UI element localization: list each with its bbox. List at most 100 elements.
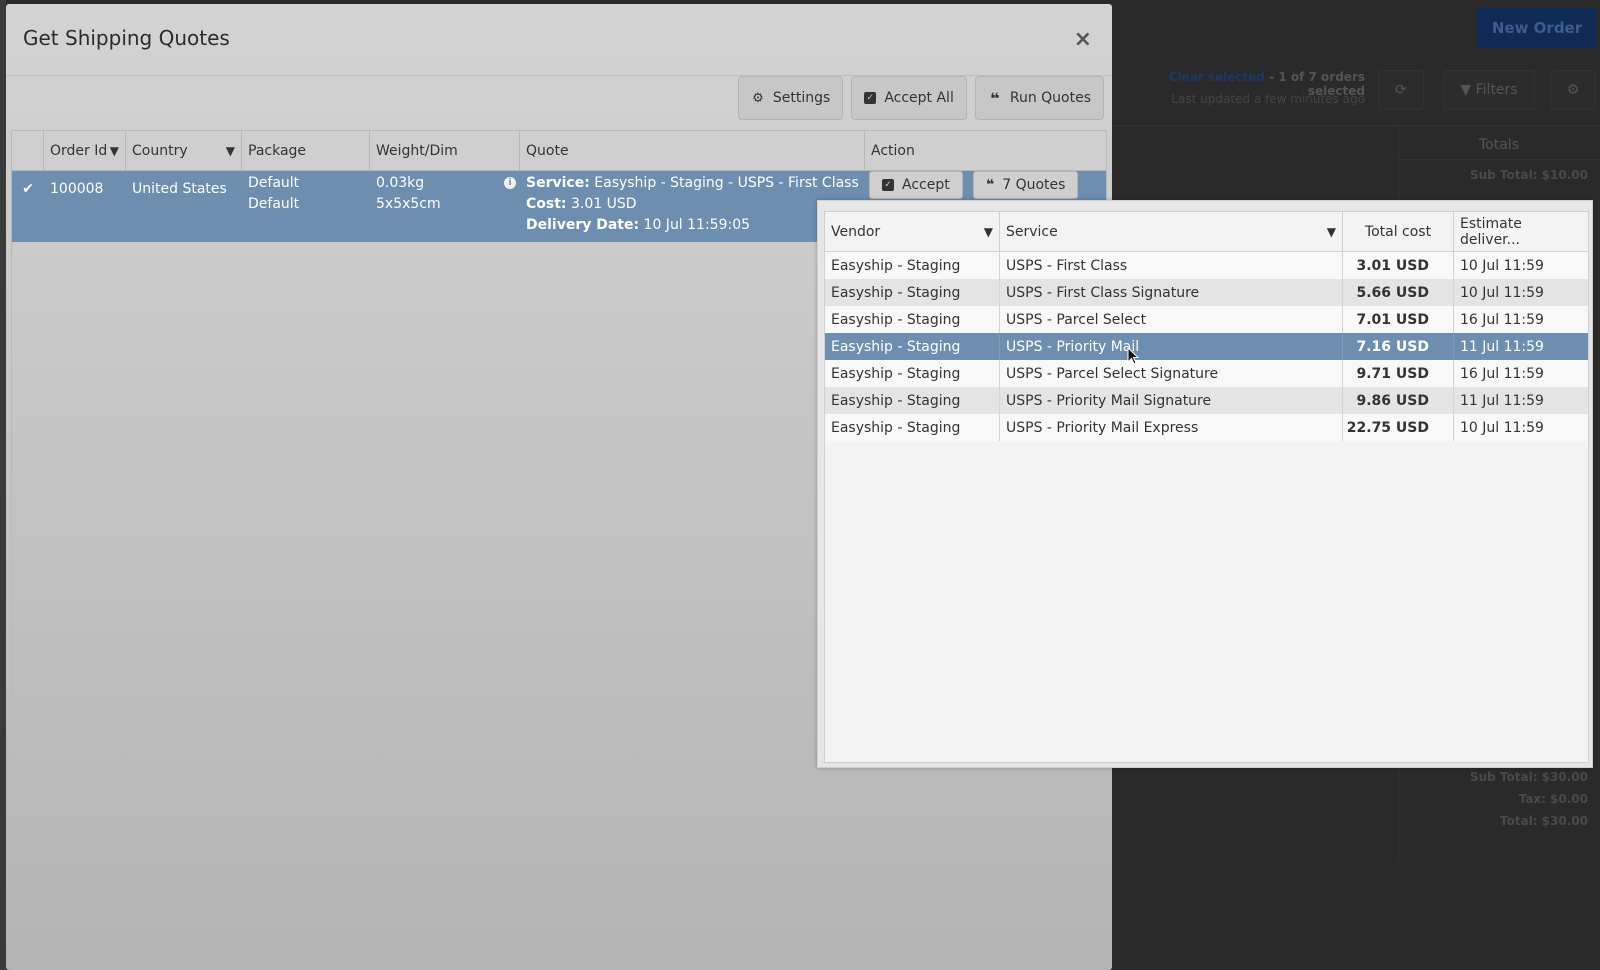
quote-row[interactable]: Easyship - Staging USPS - Parcel Select … bbox=[825, 360, 1588, 387]
row-checkbox[interactable]: ✔ bbox=[12, 171, 44, 242]
header-estimate-label: Estimate deliver... bbox=[1460, 215, 1522, 248]
info-icon[interactable]: i bbox=[504, 177, 516, 189]
new-order-button[interactable]: New Order bbox=[1477, 8, 1597, 48]
quote-row[interactable]: Easyship - Staging USPS - Parcel Select … bbox=[825, 306, 1588, 333]
header-quote-label: Quote bbox=[526, 142, 569, 159]
quotes-popup: Vendor ▼ Service ▼ Total cost Estimate d… bbox=[817, 200, 1593, 768]
mouse-cursor-icon bbox=[1127, 347, 1139, 365]
quote-row[interactable]: Easyship - Staging USPS - Priority Mail … bbox=[825, 414, 1588, 441]
gear-icon: ⚙ bbox=[1566, 82, 1580, 98]
header-total-cost[interactable]: Total cost bbox=[1343, 212, 1454, 251]
cost-cell: 9.86 USD bbox=[1343, 387, 1454, 414]
cost-cell: 3.01 USD bbox=[1343, 252, 1454, 279]
weight-value: 0.03kg bbox=[376, 175, 425, 191]
service-label: Service: bbox=[526, 175, 590, 191]
vendor-cell: Easyship - Staging bbox=[825, 387, 1000, 414]
quote-delivery: Delivery Date: 10 Jul 11:59:05 bbox=[526, 215, 859, 236]
header-vendor-label: Vendor bbox=[831, 223, 881, 240]
cost-value: 3.01 USD bbox=[566, 196, 637, 212]
estimate-cell: 16 Jul 11:59 bbox=[1460, 365, 1544, 382]
quotes-body: Easyship - Staging USPS - First Class 3.… bbox=[825, 252, 1588, 441]
header-weight-dim[interactable]: Weight/Dim bbox=[370, 131, 520, 170]
totals-header: Totals bbox=[1398, 130, 1600, 160]
filter-icon[interactable]: ▼ bbox=[984, 225, 993, 239]
quote-row[interactable]: Easyship - Staging USPS - First Class 3.… bbox=[825, 252, 1588, 279]
service-cell: USPS - Parcel Select bbox=[1000, 306, 1343, 333]
service-cell: USPS - First Class Signature bbox=[1000, 279, 1343, 306]
header-total-cost-label: Total cost bbox=[1364, 223, 1432, 240]
quote-row[interactable]: Easyship - Staging USPS - Priority Mail … bbox=[825, 387, 1588, 414]
quote-row-selected[interactable]: Easyship - Staging USPS - Priority Mail … bbox=[825, 333, 1588, 360]
run-quotes-button[interactable]: ❝ Run Quotes bbox=[974, 76, 1104, 120]
cost-cell: 22.75 USD bbox=[1343, 414, 1454, 441]
vendor-cell: Easyship - Staging bbox=[825, 252, 1000, 279]
filters-button[interactable]: ▼ Filters bbox=[1443, 70, 1535, 110]
package-line: Default bbox=[248, 196, 300, 212]
header-action[interactable]: Action bbox=[865, 131, 1106, 170]
estimate-cell: 10 Jul 11:59 bbox=[1460, 419, 1544, 436]
quote-row[interactable]: Easyship - Staging USPS - First Class Si… bbox=[825, 279, 1588, 306]
checkbox-icon: ✓ bbox=[882, 179, 894, 191]
sub-total-bottom: Sub Total: $30.00 bbox=[1469, 770, 1588, 784]
order-id-cell: 100008 bbox=[50, 181, 104, 197]
weight-cell: 0.03kg 5x5x5cm i bbox=[370, 171, 520, 242]
accept-all-label: Accept All bbox=[884, 90, 954, 106]
sub-total-top: Sub Total: $10.00 bbox=[1469, 168, 1588, 182]
check-icon: ✔ bbox=[22, 181, 34, 197]
header-order-id[interactable]: Order Id ▼ bbox=[44, 131, 126, 170]
cost-cell: 9.71 USD bbox=[1343, 360, 1454, 387]
run-quotes-label: Run Quotes bbox=[1009, 90, 1091, 106]
quotes-label: 7 Quotes bbox=[1002, 176, 1066, 193]
vendor-cell: Easyship - Staging bbox=[825, 333, 1000, 360]
quote-cost: Cost: 3.01 USD bbox=[526, 194, 859, 215]
service-cell: USPS - Parcel Select Signature bbox=[1000, 360, 1343, 387]
accept-button[interactable]: ✓ Accept bbox=[869, 171, 963, 199]
dimensions-value: 5x5x5cm bbox=[376, 196, 441, 212]
filter-icon[interactable]: ▼ bbox=[226, 144, 235, 158]
delivery-label: Delivery Date: bbox=[526, 217, 640, 233]
header-package[interactable]: Package bbox=[242, 131, 370, 170]
header-service-label: Service bbox=[1006, 223, 1058, 240]
header-country[interactable]: Country ▼ bbox=[126, 131, 242, 170]
vendor-cell: Easyship - Staging bbox=[825, 414, 1000, 441]
checkbox-icon: ✓ bbox=[864, 92, 877, 104]
clear-selected-link[interactable]: Clear selected bbox=[1169, 70, 1265, 84]
service-cell: USPS - Priority Mail Signature bbox=[1000, 387, 1343, 414]
grid-header: Order Id ▼ Country ▼ Package Weight/Dim … bbox=[12, 131, 1106, 171]
header-select[interactable] bbox=[12, 131, 44, 170]
filters-label: Filters bbox=[1475, 82, 1518, 98]
header-action-label: Action bbox=[871, 142, 915, 159]
filter-icon[interactable]: ▼ bbox=[1327, 225, 1336, 239]
modal-toolbar: ⚙ Settings ✓ Accept All ❝ Run Quotes bbox=[737, 76, 1104, 120]
accept-all-button[interactable]: ✓ Accept All bbox=[851, 76, 967, 120]
header-vendor[interactable]: Vendor ▼ bbox=[825, 212, 1000, 251]
quote-icon: ❝ bbox=[990, 88, 1000, 108]
cost-cell: 7.16 USD bbox=[1343, 333, 1454, 360]
service-value: Easyship - Staging - USPS - First Class bbox=[589, 175, 859, 191]
cost-label: Cost: bbox=[526, 196, 567, 212]
header-order-id-label: Order Id bbox=[50, 142, 108, 159]
delivery-value: 10 Jul 11:59:05 bbox=[639, 217, 751, 233]
estimate-cell: 11 Jul 11:59 bbox=[1460, 338, 1544, 355]
close-icon[interactable]: × bbox=[1074, 29, 1092, 51]
quotes-grid: Vendor ▼ Service ▼ Total cost Estimate d… bbox=[824, 211, 1589, 763]
gear-icon: ⚙ bbox=[752, 90, 764, 106]
header-estimate-delivery[interactable]: Estimate deliver... bbox=[1454, 212, 1588, 251]
gear-button[interactable]: ⚙ bbox=[1550, 70, 1596, 110]
vendor-cell: Easyship - Staging bbox=[825, 306, 1000, 333]
vendor-cell: Easyship - Staging bbox=[825, 360, 1000, 387]
package-line: Default bbox=[248, 175, 300, 191]
service-cell: USPS - First Class bbox=[1000, 252, 1343, 279]
header-package-label: Package bbox=[248, 142, 307, 159]
quotes-button[interactable]: ❝ 7 Quotes bbox=[973, 171, 1079, 199]
total-line: Total: $30.00 bbox=[1499, 814, 1588, 828]
header-quote[interactable]: Quote bbox=[520, 131, 865, 170]
refresh-button[interactable]: ⟳ bbox=[1378, 70, 1424, 110]
header-service[interactable]: Service ▼ bbox=[1000, 212, 1343, 251]
quote-icon: ❝ bbox=[986, 176, 995, 193]
cost-cell: 7.01 USD bbox=[1343, 306, 1454, 333]
settings-button[interactable]: ⚙ Settings bbox=[737, 76, 844, 120]
quote-cell: Service: Easyship - Staging - USPS - Fir… bbox=[520, 171, 865, 242]
filter-icon[interactable]: ▼ bbox=[110, 144, 119, 158]
tax-line: Tax: $0.00 bbox=[1518, 792, 1588, 806]
